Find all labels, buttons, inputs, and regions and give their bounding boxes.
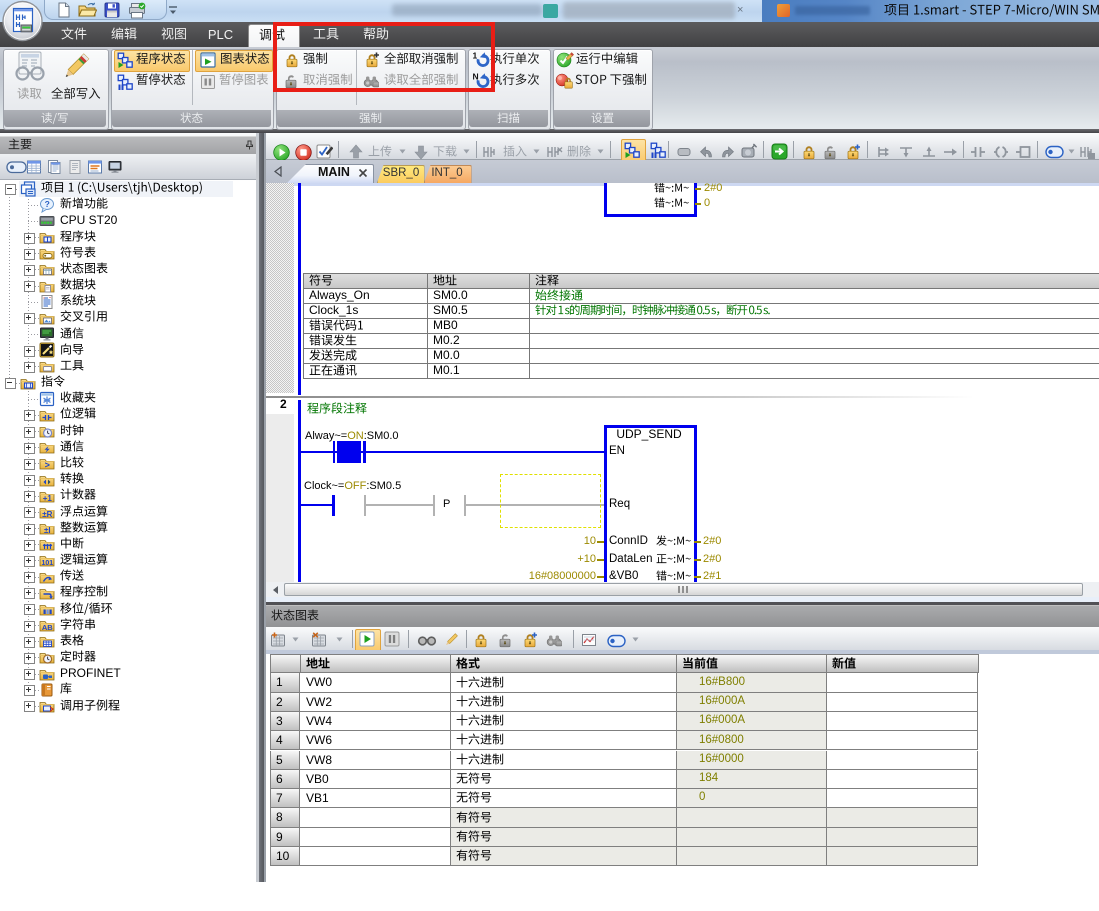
svg-text:AB: AB (42, 623, 53, 632)
svg-text:±R: ±R (42, 510, 52, 519)
svg-text:>: > (45, 460, 50, 470)
svg-text:+1: +1 (43, 494, 53, 503)
svg-text:±I: ±I (44, 526, 51, 535)
svg-text:101: 101 (41, 560, 53, 567)
svg-text:?: ? (45, 199, 50, 209)
